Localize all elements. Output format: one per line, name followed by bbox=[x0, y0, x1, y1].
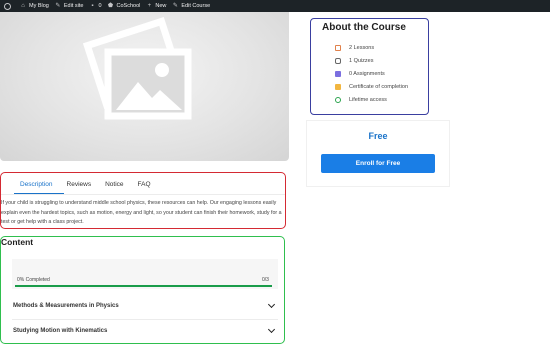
assignments-icon bbox=[335, 70, 341, 77]
module-title: Studying Motion with Kinematics bbox=[13, 328, 108, 334]
tab-reviews[interactable]: Reviews bbox=[67, 181, 92, 188]
tab-notice[interactable]: Notice bbox=[105, 181, 123, 188]
feature-certificate: Certificate of completion bbox=[335, 80, 408, 93]
course-price: Free bbox=[368, 131, 388, 141]
tab-faq[interactable]: FAQ bbox=[138, 181, 151, 188]
enroll-button[interactable]: Enroll for Free bbox=[321, 154, 435, 173]
chevron-down-icon[interactable] bbox=[267, 325, 276, 334]
progress-count: 0/3 bbox=[262, 277, 269, 283]
module-item[interactable]: Methods & Measurements in Physics bbox=[12, 295, 278, 317]
progress-bar bbox=[15, 285, 272, 287]
edit-course-link[interactable]: ✎ Edit Course bbox=[172, 3, 210, 9]
about-course-title: About the Course bbox=[322, 22, 406, 33]
comment-icon: ▪ bbox=[91, 3, 94, 9]
lifetime-icon bbox=[335, 96, 341, 103]
lessons-icon bbox=[335, 45, 341, 52]
edit-course-label: Edit Course bbox=[181, 3, 211, 9]
site-name-link[interactable]: ⌂ My Blog bbox=[20, 3, 49, 9]
plus-icon: + bbox=[147, 3, 152, 9]
edit-site-link[interactable]: ✎ Edit site bbox=[55, 3, 84, 9]
module-item[interactable]: Studying Motion with Kinematics bbox=[12, 320, 278, 342]
course-description: If your child is struggling to understan… bbox=[1, 200, 282, 226]
feature-label: Certificate of completion bbox=[349, 83, 408, 90]
feature-label: Lifetime access bbox=[349, 96, 387, 103]
comments-link[interactable]: ▪ 0 bbox=[89, 3, 101, 9]
certificate-icon bbox=[335, 83, 341, 90]
feature-assignments: 0 Assignments bbox=[335, 68, 408, 81]
feature-label: 2 Lessons bbox=[349, 45, 375, 52]
course-thumbnail bbox=[0, 12, 289, 161]
coschool-icon: ⬟ bbox=[107, 3, 114, 9]
tab-description[interactable]: Description bbox=[20, 181, 53, 188]
tabs-divider bbox=[1, 194, 285, 195]
content-title: Content bbox=[1, 237, 34, 247]
pencil-icon: ✎ bbox=[172, 3, 178, 9]
course-features-list: 2 Lessons 1 Quizzes 0 Assignments Certif… bbox=[335, 42, 408, 106]
chevron-down-icon[interactable] bbox=[267, 300, 276, 309]
brush-icon: ✎ bbox=[55, 3, 61, 9]
feature-quizzes: 1 Quizzes bbox=[335, 55, 408, 68]
comments-count: 0 bbox=[98, 3, 102, 9]
new-label: New bbox=[155, 3, 167, 9]
wordpress-menu[interactable] bbox=[4, 2, 14, 10]
home-icon: ⌂ bbox=[21, 3, 25, 9]
feature-label: 0 Assignments bbox=[349, 70, 385, 77]
about-course-card: About the Course 2 Lessons 1 Quizzes 0 A… bbox=[310, 18, 429, 115]
module-title: Methods & Measurements in Physics bbox=[13, 303, 119, 309]
feature-label: 1 Quizzes bbox=[349, 58, 374, 65]
feature-lessons: 2 Lessons bbox=[335, 42, 408, 55]
feature-lifetime: Lifetime access bbox=[335, 93, 408, 106]
progress-label: 0% Completed bbox=[17, 277, 50, 283]
admin-bar: ⌂ My Blog ✎ Edit site ▪ 0 ⬟ CoSchool + N… bbox=[0, 0, 550, 12]
coschool-link[interactable]: ⬟ CoSchool bbox=[107, 3, 141, 9]
coschool-label: CoSchool bbox=[116, 3, 141, 9]
edit-site-label: Edit site bbox=[63, 3, 84, 9]
new-content-link[interactable]: + New bbox=[146, 3, 167, 9]
course-tabs: Description Reviews Notice FAQ bbox=[20, 181, 165, 188]
quizzes-icon bbox=[335, 58, 341, 65]
wordpress-icon bbox=[4, 2, 11, 10]
image-placeholder-icon bbox=[82, 17, 192, 120]
site-name-label: My Blog bbox=[29, 3, 49, 9]
